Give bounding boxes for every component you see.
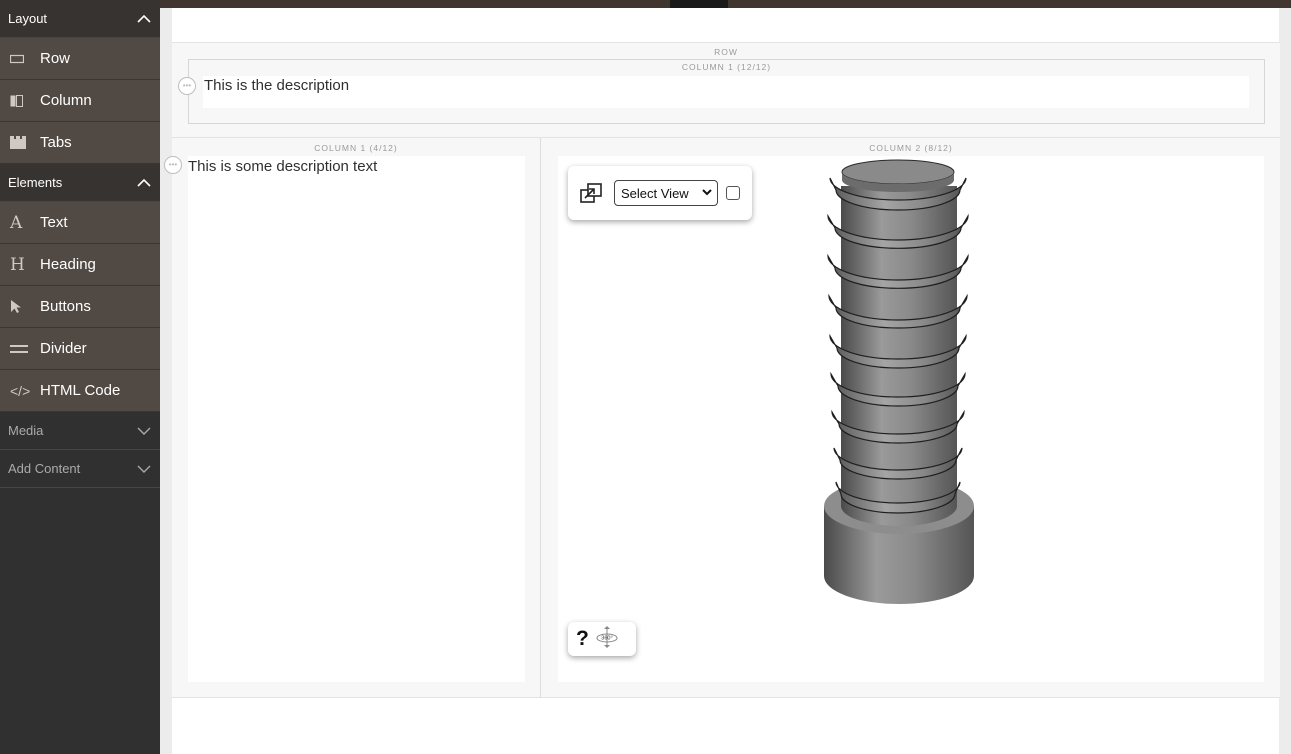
select-view-value: Select View	[621, 185, 689, 201]
stage-left-gutter	[160, 8, 172, 754]
chevron-up-icon	[137, 178, 151, 187]
chevron-down-icon	[137, 465, 151, 473]
column-container[interactable]: COLUMN 1 (4/12) This is some description…	[164, 138, 541, 698]
help-toolbar: ? 360°	[568, 622, 636, 656]
description-text[interactable]: This is the description	[204, 77, 349, 94]
row-label: ROW	[714, 47, 738, 57]
select-view-dropdown[interactable]: Select View	[614, 180, 718, 206]
top-bar	[0, 0, 1291, 8]
divider-icon	[10, 344, 32, 354]
sidebar-item-label: Heading	[40, 256, 96, 273]
help-icon[interactable]: ?	[576, 627, 589, 651]
sidebar-item-label: HTML Code	[40, 382, 121, 399]
sidebar-item-label: Row	[40, 50, 71, 67]
chevron-down-icon	[137, 427, 151, 435]
column-icon	[10, 94, 32, 107]
description-text[interactable]: This is some description text	[188, 158, 377, 175]
sidebar-item-label: Tabs	[40, 134, 72, 151]
section-title: Add Content	[8, 461, 81, 476]
column-label: COLUMN 1 (12/12)	[681, 62, 772, 72]
text-element[interactable]: This is some description text	[188, 156, 525, 682]
row-icon	[10, 54, 32, 64]
chevron-up-icon	[137, 14, 151, 23]
text-element[interactable]	[203, 76, 1249, 108]
text-icon: A	[10, 212, 23, 233]
sidebar-item-row[interactable]: Row	[0, 38, 160, 80]
section-header-layout[interactable]: Layout	[0, 0, 160, 38]
3d-model-screw[interactable]	[816, 156, 986, 626]
heading-icon: H	[10, 254, 25, 275]
sidebar-item-divider[interactable]: Divider	[0, 328, 160, 370]
column-container[interactable]: COLUMN 2 (8/12) Select View ? 360°	[542, 138, 1280, 698]
column-container[interactable]: COLUMN 1 (12/12)	[188, 59, 1265, 124]
row-container[interactable]: COLUMN 1 (4/12) This is some description…	[164, 138, 1280, 698]
section-title: Layout	[8, 11, 48, 26]
viewer-checkbox[interactable]	[726, 186, 740, 200]
sidebar-item-label: Divider	[40, 340, 87, 357]
code-icon: </>	[10, 382, 31, 399]
rotate-360-icon[interactable]: 360°	[595, 625, 619, 654]
cursor-icon	[10, 299, 32, 314]
viewer-toolbar: Select View	[568, 166, 752, 220]
fullscreen-icon[interactable]	[578, 180, 604, 206]
section-header-media[interactable]: Media	[0, 412, 160, 450]
stage-right-gutter	[1279, 8, 1291, 754]
sidebar-item-text[interactable]: A Text	[0, 202, 160, 244]
sidebar-item-column[interactable]: Column	[0, 80, 160, 122]
section-header-add-content[interactable]: Add Content	[0, 450, 160, 488]
section-header-elements[interactable]: Elements	[0, 164, 160, 202]
options-handle-icon[interactable]: •••	[164, 156, 182, 174]
sidebar-item-tabs[interactable]: Tabs	[0, 122, 160, 164]
sidebar-item-label: Text	[40, 214, 68, 231]
options-handle-icon[interactable]: •••	[178, 77, 196, 95]
chevron-down-icon	[702, 188, 712, 199]
row-container[interactable]: ROW COLUMN 1 (12/12) ••• This is the des…	[172, 42, 1280, 138]
tabs-icon	[10, 136, 32, 149]
sidebar-item-heading[interactable]: H Heading	[0, 244, 160, 286]
section-title: Media	[8, 423, 44, 438]
top-bar-notch	[670, 0, 728, 8]
sidebar-item-buttons[interactable]: Buttons	[0, 286, 160, 328]
column-label: COLUMN 2 (8/12)	[869, 143, 953, 153]
sidebar-item-label: Column	[40, 92, 92, 109]
section-title: Elements	[8, 175, 63, 190]
sidebar: Layout Row Column Tabs Elements A Text H…	[0, 0, 160, 754]
svg-text:360°: 360°	[601, 635, 612, 641]
sidebar-item-html-code[interactable]: </> HTML Code	[0, 370, 160, 412]
sidebar-item-label: Buttons	[40, 298, 91, 315]
3d-viewer[interactable]: Select View ? 360°	[558, 156, 1264, 682]
column-label: COLUMN 1 (4/12)	[314, 143, 398, 153]
